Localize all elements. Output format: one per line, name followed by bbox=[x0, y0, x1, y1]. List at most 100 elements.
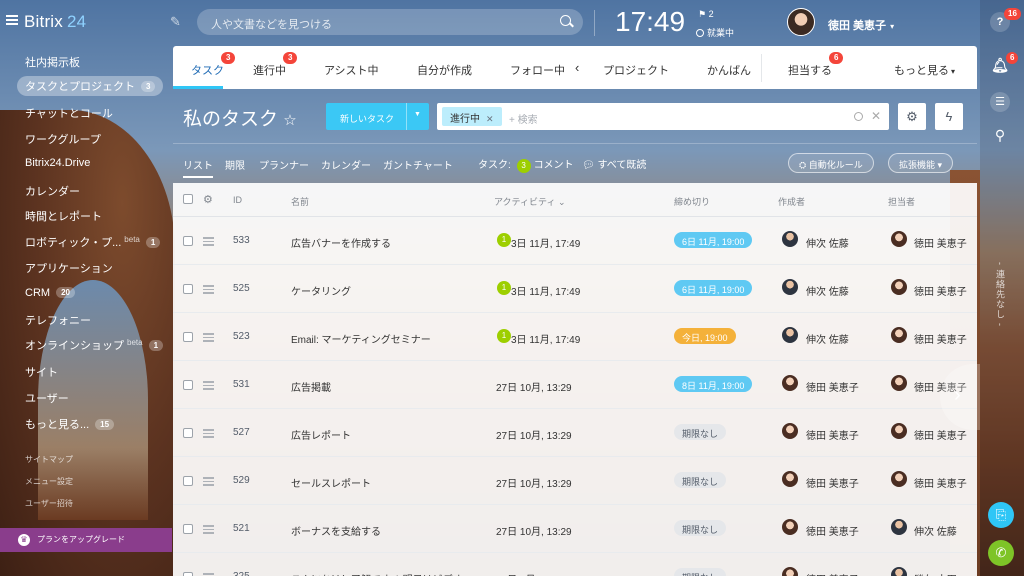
creator-name[interactable]: 伸次 佐藤 bbox=[806, 283, 849, 298]
hamburger-menu-icon[interactable] bbox=[6, 15, 18, 25]
assignee-avatar[interactable] bbox=[891, 567, 907, 576]
drag-handle-icon[interactable] bbox=[203, 285, 214, 296]
task-name-link[interactable]: ボーナスを支給する bbox=[291, 523, 381, 538]
assignee-avatar[interactable] bbox=[891, 231, 907, 247]
row-checkbox[interactable] bbox=[183, 572, 193, 576]
view-deadline[interactable]: 期限 bbox=[225, 157, 245, 172]
drag-handle-icon[interactable] bbox=[203, 525, 214, 536]
pencil-icon[interactable]: ✎ bbox=[170, 14, 181, 30]
assignee-name[interactable]: 勝久 古田 bbox=[914, 571, 957, 576]
creator-name[interactable]: 徳田 美恵子 bbox=[806, 379, 859, 394]
sidebar-item-crm[interactable]: CRM 20 bbox=[25, 287, 75, 299]
row-checkbox[interactable] bbox=[183, 476, 193, 486]
upgrade-plan-button[interactable]: ♛ プランをアップグレード bbox=[0, 528, 172, 552]
assignee-avatar[interactable] bbox=[891, 327, 907, 343]
flag-counter[interactable]: ⚑ 2 bbox=[698, 9, 714, 20]
screen-share-icon[interactable]: ⎘ bbox=[988, 502, 1014, 528]
sidebar-item-time[interactable]: 時間とレポート bbox=[25, 208, 102, 224]
chat-icon[interactable]: ☰ bbox=[990, 92, 1010, 112]
drag-handle-icon[interactable] bbox=[203, 381, 214, 392]
creator-name[interactable]: 徳田 美恵子 bbox=[806, 427, 859, 442]
drag-handle-icon[interactable] bbox=[203, 237, 214, 248]
table-row[interactable]: 325 こんにちは！了解です :) 明日はビデオ 25日 2月, 18:29 期限なし… bbox=[173, 553, 977, 576]
sidebar-item-apps[interactable]: アプリケーション bbox=[25, 260, 113, 276]
column-creator[interactable]: 作成者 bbox=[778, 195, 805, 208]
filter-search-field[interactable]: 進行中 ✕ + 検索 ✕ bbox=[437, 103, 889, 130]
assignee-avatar[interactable] bbox=[891, 279, 907, 295]
sidebar-item-workgroups[interactable]: ワークグループ bbox=[25, 131, 101, 147]
assignee-name[interactable]: 徳田 美恵子 bbox=[914, 283, 967, 298]
user-menu[interactable]: 徳田 美恵子 ▾ bbox=[828, 17, 894, 33]
global-search-input[interactable]: 人や文書などを見つける bbox=[197, 9, 583, 35]
row-checkbox[interactable] bbox=[183, 524, 193, 534]
creator-name[interactable]: 伸次 佐藤 bbox=[806, 331, 849, 346]
sidebar-item-sites[interactable]: サイト bbox=[25, 364, 58, 380]
lightning-icon[interactable]: ϟ bbox=[935, 103, 963, 130]
tab-projects[interactable]: プロジェクト bbox=[603, 62, 669, 78]
deadline-badge[interactable]: 期限なし bbox=[674, 568, 727, 576]
sitemap-link[interactable]: サイトマップ bbox=[25, 454, 73, 465]
sidebar-item-calendar[interactable]: カレンダー bbox=[25, 183, 80, 199]
creator-name[interactable]: 徳田 美恵子 bbox=[806, 523, 859, 538]
row-checkbox[interactable] bbox=[183, 284, 193, 294]
deadline-badge[interactable]: 期限なし bbox=[674, 520, 727, 536]
tab-responsible[interactable]: 担当する bbox=[788, 62, 832, 78]
sidebar-item-drive[interactable]: Bitrix24.Drive bbox=[25, 157, 90, 169]
creator-avatar[interactable] bbox=[782, 471, 798, 487]
tab-tasks[interactable]: タスク bbox=[191, 62, 224, 78]
filter-input[interactable]: + 検索 bbox=[509, 111, 538, 126]
sidebar-item-chat[interactable]: チャットとコール bbox=[25, 105, 113, 121]
task-name-link[interactable]: 広告レポート bbox=[291, 427, 351, 442]
assignee-avatar[interactable] bbox=[891, 471, 907, 487]
rail-search-icon[interactable]: ⚲ bbox=[990, 125, 1010, 145]
drag-handle-icon[interactable] bbox=[203, 333, 214, 344]
column-assignee[interactable]: 担当者 bbox=[888, 195, 915, 208]
creator-name[interactable]: 伸次 佐藤 bbox=[806, 235, 849, 250]
task-name-link[interactable]: 広告バナーを作成する bbox=[291, 235, 391, 250]
filter-chip-in-progress[interactable]: 進行中 ✕ bbox=[442, 107, 502, 126]
sidebar-item-telephony[interactable]: テレフォニー bbox=[25, 312, 91, 328]
select-all-checkbox[interactable] bbox=[183, 194, 193, 204]
row-checkbox[interactable] bbox=[183, 428, 193, 438]
assignee-name[interactable]: 徳田 美恵子 bbox=[914, 427, 967, 442]
tasks-comments-counter[interactable]: タスク: 3 コメント bbox=[478, 156, 574, 173]
row-checkbox[interactable] bbox=[183, 332, 193, 342]
drag-handle-icon[interactable] bbox=[203, 477, 214, 488]
tab-assisting[interactable]: アシスト中 bbox=[324, 62, 379, 78]
menu-settings-link[interactable]: メニュー設定 bbox=[25, 476, 73, 487]
tab-in-progress[interactable]: 進行中 bbox=[253, 62, 286, 78]
row-checkbox[interactable] bbox=[183, 380, 193, 390]
search-icon[interactable] bbox=[854, 112, 863, 121]
sidebar-item-feed[interactable]: 社内掲示板 bbox=[25, 54, 80, 70]
tab-following[interactable]: フォロー中 bbox=[510, 62, 565, 78]
task-name-link[interactable]: 広告掲載 bbox=[291, 379, 331, 394]
gear-icon[interactable]: ⚙ bbox=[203, 193, 213, 206]
creator-name[interactable]: 徳田 美恵子 bbox=[806, 571, 859, 576]
task-name-link[interactable]: Email: マーケティングセミナー bbox=[291, 331, 431, 346]
sidebar-item-users[interactable]: ユーザー bbox=[25, 390, 69, 406]
task-name-link[interactable]: こんにちは！了解です :) 明日はビデオ bbox=[291, 571, 463, 576]
view-gantt[interactable]: ガントチャート bbox=[383, 157, 453, 172]
close-icon[interactable]: ✕ bbox=[486, 114, 494, 124]
task-name-link[interactable]: セールスレポート bbox=[291, 475, 371, 490]
sidebar-item-more[interactable]: もっと見る... 15 bbox=[25, 416, 115, 432]
assignee-name[interactable]: 徳田 美恵子 bbox=[914, 235, 967, 250]
creator-avatar[interactable] bbox=[782, 231, 798, 247]
table-row[interactable]: 533 広告バナーを作成する 1 3日 11月, 17:49 6日 11月, 19:00… bbox=[173, 217, 977, 265]
sidebar-item-rpa[interactable]: ロボティック・プ... beta 1 bbox=[25, 234, 161, 250]
deadline-badge[interactable]: 8日 11月, 19:00 bbox=[674, 376, 753, 392]
assignee-name[interactable]: 徳田 美恵子 bbox=[914, 475, 967, 490]
column-name[interactable]: 名前 bbox=[291, 195, 309, 208]
creator-avatar[interactable] bbox=[782, 327, 798, 343]
task-name-link[interactable]: ケータリング bbox=[291, 283, 351, 298]
deadline-badge[interactable]: 6日 11月, 19:00 bbox=[674, 232, 753, 248]
assignee-avatar[interactable] bbox=[891, 375, 907, 391]
tab-created[interactable]: 自分が作成 bbox=[417, 62, 472, 78]
clear-icon[interactable]: ✕ bbox=[871, 109, 881, 123]
column-deadline[interactable]: 締め切り bbox=[674, 195, 710, 208]
table-row[interactable]: 525 ケータリング 1 3日 11月, 17:49 6日 11月, 19:00 伸次 佐… bbox=[173, 265, 977, 313]
phone-icon[interactable]: ✆ bbox=[988, 540, 1014, 566]
search-icon[interactable] bbox=[560, 15, 571, 26]
invite-users-link[interactable]: ユーザー招待 bbox=[25, 498, 73, 509]
creator-name[interactable]: 徳田 美恵子 bbox=[806, 475, 859, 490]
